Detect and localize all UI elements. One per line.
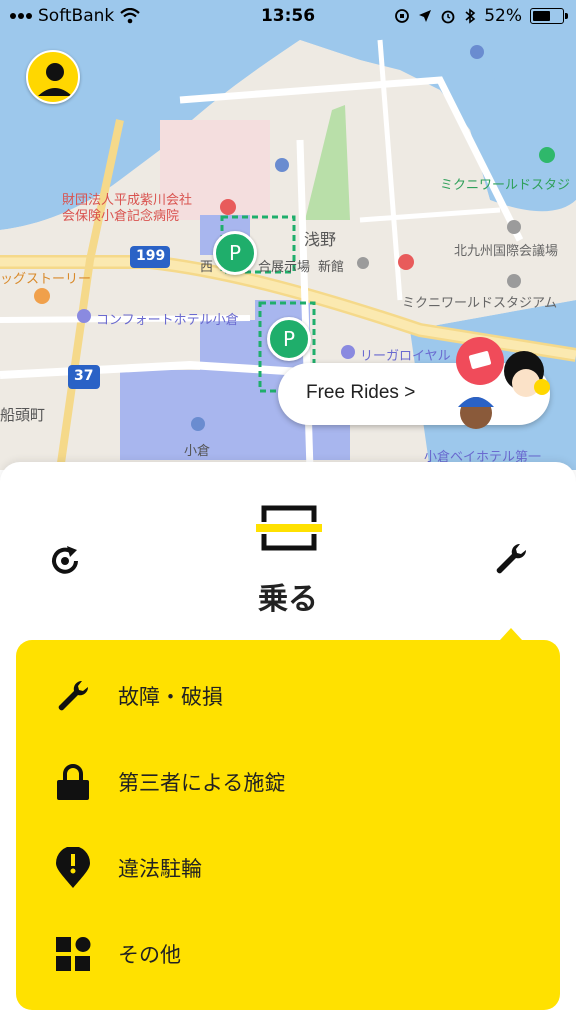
status-bar: SoftBank 13:56 52% <box>0 0 576 34</box>
scan-qr-icon[interactable] <box>256 502 322 554</box>
map-label-west: 西 <box>200 260 214 275</box>
map-label-funatou: 船頭町 <box>0 406 46 424</box>
menu-item-third-party-lock[interactable]: 第三者による施錠 <box>16 739 560 825</box>
menu-item-label: 故障・破損 <box>118 685 223 709</box>
bluetooth-icon <box>465 8 476 24</box>
status-icons: 52% <box>394 6 568 26</box>
menu-item-other[interactable]: その他 <box>16 911 560 997</box>
screen-lock-icon <box>395 9 410 23</box>
battery-percent: 52% <box>484 6 522 26</box>
map-label-shinkan: 新館 <box>318 260 345 275</box>
report-menu: 故障・破損 第三者による施錠 違法駐輪 その他 <box>16 640 560 1010</box>
map-label-kokusai: 北九州国際会議場 <box>454 244 559 259</box>
map-label-rihga: リーガロイヤル <box>360 349 451 364</box>
map-label-mikuni-1: ミクニワールドスタジ <box>440 178 571 193</box>
parking-pin[interactable]: P <box>267 317 311 361</box>
menu-pointer <box>500 628 522 640</box>
map-label-asano: 浅野 <box>304 230 337 249</box>
map-label-mikuni-2: ミクニワールドスタジアム <box>402 296 558 311</box>
location-icon <box>419 10 432 22</box>
map-label-comfort: コンフォートホテル小倉 <box>96 313 239 328</box>
alert-pin-icon <box>52 847 94 889</box>
parking-pin-label: P <box>282 327 296 351</box>
map-label-kokura: 小倉 <box>184 444 211 459</box>
menu-item-label: 違法駐輪 <box>118 857 202 881</box>
profile-avatar-button[interactable] <box>26 50 80 104</box>
promo-illustration-icon <box>456 337 550 429</box>
menu-item-illegal-parking[interactable]: 違法駐輪 <box>16 825 560 911</box>
grid-icon <box>52 933 94 975</box>
alarm-icon <box>441 10 455 24</box>
map-label-story: ッグストーリー <box>0 272 92 287</box>
route-shield-37: 37 <box>74 368 94 384</box>
map-label-gouten: 合展示場 <box>258 260 311 275</box>
route-shield-199: 199 <box>136 248 166 264</box>
parking-pin-label: P <box>228 241 242 265</box>
bottom-sheet: 乗る 故障・破損 第三者による施錠 違法駐輪 その他 <box>0 462 576 1024</box>
wrench-icon <box>52 675 94 717</box>
lock-icon <box>52 761 94 803</box>
menu-item-label: 第三者による施錠 <box>118 771 286 795</box>
battery-icon <box>530 8 568 24</box>
menu-item-damage[interactable]: 故障・破損 <box>16 653 560 739</box>
parking-pin[interactable]: P <box>213 231 257 275</box>
sheet-title: 乗る <box>258 582 318 617</box>
menu-item-label: その他 <box>118 943 181 967</box>
free-rides-label: Free Rides > <box>306 382 416 403</box>
map-label-hospital: 財団法人平成紫川会社 会保険小倉記念病院 <box>62 193 193 224</box>
wrench-icon[interactable] <box>492 540 530 578</box>
free-rides-banner[interactable]: Free Rides > <box>278 337 550 429</box>
